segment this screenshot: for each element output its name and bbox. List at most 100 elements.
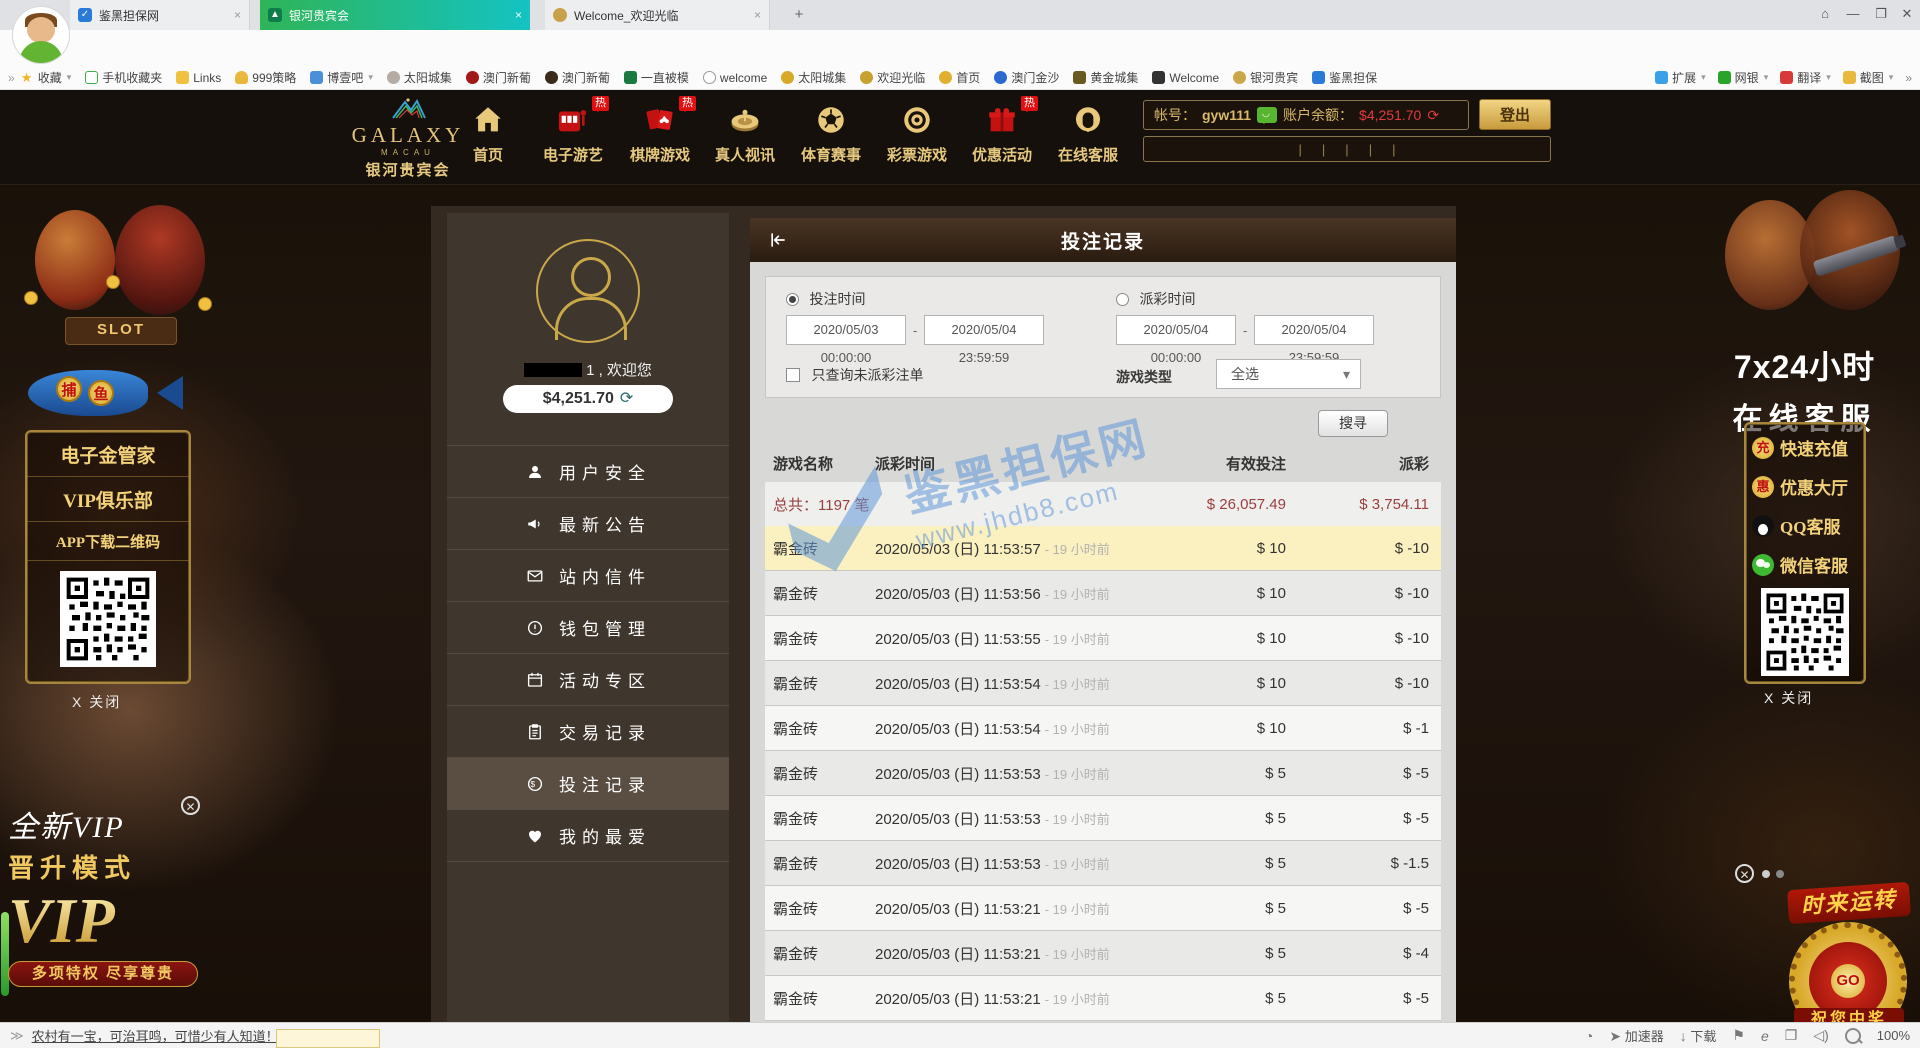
nav-item-live-casino[interactable]: 真人视讯 <box>707 100 783 165</box>
bet-to-input[interactable]: 2020/05/04 23:59:59 <box>924 315 1044 345</box>
lucky-wheel-banner[interactable]: 时来运转 <box>1787 882 1911 924</box>
vip-club-link[interactable]: VIP俱乐部 <box>27 477 189 522</box>
bookmark-item[interactable]: 澳门新葡 <box>545 69 610 86</box>
payout-time-radio[interactable]: 派彩时间 <box>1116 289 1195 309</box>
ie-mode-icon[interactable]: e <box>1761 1028 1769 1044</box>
browser-tab[interactable]: Welcome_欢迎光临 × <box>545 0 770 30</box>
bookmark-item[interactable]: 欢迎光临 <box>860 69 925 86</box>
vip-promo-banner[interactable]: ✕ 全新VIP 晋升模式 VIP 多项特权 尽享尊贵 <box>8 802 208 1012</box>
new-tab-button[interactable]: + <box>788 5 810 25</box>
nav-item-promotions[interactable]: 热 优惠活动 <box>964 100 1040 165</box>
bookmarks-toggle-icon[interactable]: » <box>8 71 15 85</box>
nav-item-card-games[interactable]: 热 棋牌游戏 <box>622 100 698 165</box>
quick-recharge-link[interactable]: 充 快速充值 <box>1746 428 1864 467</box>
bookmark-item[interactable]: 黄金城集 <box>1073 69 1138 86</box>
close-wheel-promo-icon[interactable]: ✕ <box>1735 864 1754 883</box>
payout-to-input[interactable]: 2020/05/04 23:59:59 <box>1254 315 1374 345</box>
carousel-dot[interactable] <box>1776 870 1784 878</box>
nav-item-lottery[interactable]: 彩票游戏 <box>879 100 955 165</box>
expand-icon[interactable]: ≫ <box>10 1028 24 1044</box>
history-clock-icon[interactable]: ◔ <box>1585 1028 1593 1044</box>
nav-item-customer-service[interactable]: 在线客服 <box>1050 100 1126 165</box>
news-ticker[interactable]: 农村有一宝，可治耳鸣，可惜少有人知道！ <box>32 1026 279 1045</box>
nav-item-sports[interactable]: 体育赛事 <box>793 100 869 165</box>
logout-button[interactable]: 登出 <box>1479 99 1551 130</box>
bookmark-item[interactable]: 太阳城集 <box>781 69 846 86</box>
sidebar-item-transactions[interactable]: 交易记录 <box>447 706 729 758</box>
account-link[interactable] <box>1377 142 1400 157</box>
bookmark-item[interactable]: 手机收藏夹 <box>85 69 162 86</box>
bookmark-item[interactable]: 银河贵宾 <box>1233 69 1298 86</box>
close-vip-promo-icon[interactable]: ✕ <box>181 796 200 815</box>
skin-icon[interactable]: ⌂ <box>1812 4 1838 24</box>
bookmark-item[interactable]: 澳门新葡 <box>466 69 531 86</box>
sidebar-item-favorites[interactable]: 我的最爱 <box>447 810 729 862</box>
search-button[interactable]: 搜寻 <box>1318 410 1388 437</box>
refresh-icon[interactable]: ⟳ <box>620 390 633 407</box>
fishing-game-art[interactable]: 捕 鱼 <box>22 362 202 426</box>
checkbox-icon[interactable] <box>786 368 800 382</box>
wheel-go-button[interactable]: GO <box>1831 964 1865 998</box>
sidebar-item-messages[interactable]: 站内信件 <box>447 550 729 602</box>
payout-from-input[interactable]: 2020/05/04 00:00:00 <box>1116 315 1236 345</box>
carousel-dot[interactable] <box>1762 870 1770 878</box>
flag-icon[interactable]: ⚑ <box>1732 1027 1745 1044</box>
sidebar-item-bet-records[interactable]: $ 投注记录 <box>447 758 729 810</box>
bookmark-item[interactable]: 首页 <box>939 69 980 86</box>
extension-item[interactable]: 网银 <box>1718 69 1769 86</box>
bookmark-item[interactable]: 收藏 <box>21 69 72 86</box>
bookmark-item[interactable]: 澳门金沙 <box>994 69 1059 86</box>
account-link[interactable] <box>1307 142 1330 157</box>
qq-service-link[interactable]: QQ客服 <box>1746 506 1864 545</box>
browser-tab-active[interactable]: ▲ 银河贵宾会 × <box>260 0 530 30</box>
account-link[interactable] <box>1284 142 1307 157</box>
nav-item-slots[interactable]: 热 电子游艺 <box>535 100 611 165</box>
nav-item-home[interactable]: 首页 <box>450 100 526 165</box>
sidebar-item-user-security[interactable]: 用户安全 <box>447 445 729 498</box>
zoom-level[interactable]: 100% <box>1877 1028 1910 1043</box>
maximize-button[interactable]: ❐ <box>1868 4 1894 24</box>
zoom-search-icon[interactable] <box>1845 1028 1861 1044</box>
refresh-balance-icon[interactable]: ⟳ <box>1427 107 1439 124</box>
close-window-button[interactable]: ✕ <box>1896 4 1918 24</box>
bookmark-item[interactable]: 鉴黑担保 <box>1312 69 1377 86</box>
bookmark-item[interactable]: welcome <box>703 71 767 85</box>
account-link[interactable] <box>1330 142 1353 157</box>
radio-icon[interactable] <box>1116 293 1129 306</box>
bookmark-item[interactable]: Links <box>176 71 221 85</box>
e-wallet-link[interactable]: 电子金管家 <box>27 432 189 477</box>
promo-hall-link[interactable]: 惠 优惠大厅 <box>1746 467 1864 506</box>
tab-close-icon[interactable]: × <box>754 8 761 22</box>
shooter-game-art[interactable] <box>1705 190 1910 340</box>
unsettled-checkbox[interactable]: 只查询未派彩注单 <box>786 365 923 385</box>
wechat-service-link[interactable]: 微信客服 <box>1746 545 1864 584</box>
slot-game-art[interactable]: SLOT <box>10 205 240 355</box>
tab-close-icon[interactable]: × <box>515 8 522 22</box>
radio-selected-icon[interactable] <box>786 293 799 306</box>
tab-close-icon[interactable]: × <box>234 8 241 22</box>
bookmark-item[interactable]: 太阳城集 <box>387 69 452 86</box>
sidebar-item-wallet[interactable]: 钱包管理 <box>447 602 729 654</box>
bet-time-radio[interactable]: 投注时间 <box>786 289 865 309</box>
lucky-wheel[interactable]: GO <box>1789 922 1907 1022</box>
bet-from-input[interactable]: 2020/05/03 00:00:00 <box>786 315 906 345</box>
close-right-panel-button[interactable]: X 关闭 <box>1764 688 1813 708</box>
bookmark-item[interactable]: 一直被模 <box>624 69 689 86</box>
sound-icon[interactable]: ◁) <box>1813 1027 1828 1044</box>
sidebar-balance[interactable]: $4,251.70⟳ <box>503 385 673 413</box>
extension-item[interactable]: 扩展 <box>1655 69 1706 86</box>
bookmark-item[interactable]: 999策略 <box>235 69 296 86</box>
browser-profile-avatar[interactable] <box>12 6 70 64</box>
bookmark-item[interactable]: Welcome <box>1152 71 1219 85</box>
collapse-back-icon[interactable] <box>768 230 788 250</box>
browser-tab[interactable]: ✓ 鉴黑担保网 × <box>70 0 250 30</box>
game-type-select[interactable]: 全选 <box>1216 359 1361 389</box>
account-link[interactable] <box>1354 142 1377 157</box>
sidebar-item-announcements[interactable]: 最新公告 <box>447 498 729 550</box>
sidebar-item-events[interactable]: 活动专区 <box>447 654 729 706</box>
download-button[interactable]: ↓ 下载 <box>1680 1026 1717 1045</box>
bookmark-item[interactable]: 博壹吧 <box>310 69 373 86</box>
extension-item[interactable]: 翻译 <box>1780 69 1831 86</box>
extension-item[interactable]: 截图 <box>1843 69 1894 86</box>
accelerator-button[interactable]: ➤ 加速器 <box>1609 1026 1663 1045</box>
